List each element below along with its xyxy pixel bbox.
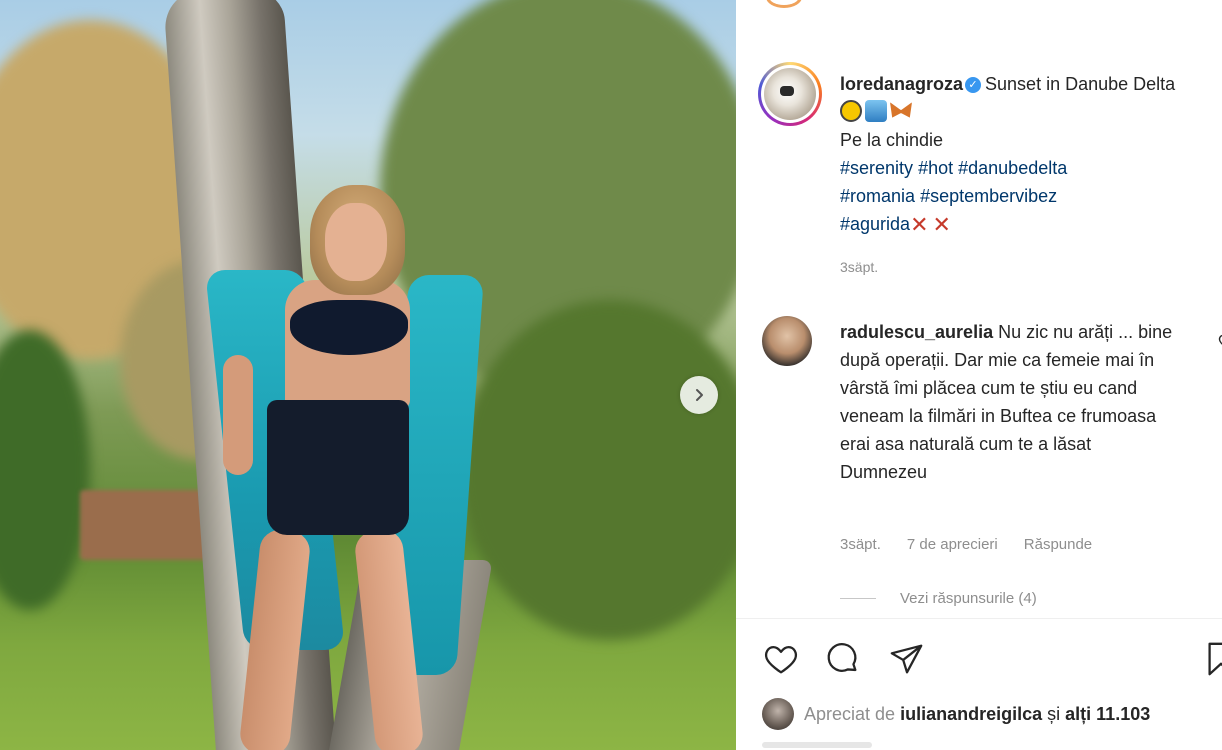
post-actions-bar (762, 640, 1222, 680)
replies-divider-line (840, 598, 876, 599)
person-figure (205, 185, 484, 750)
caption-timestamp: 3säpt. (840, 259, 879, 275)
comment-text: Nu zic nu arăți ... bine după operații. … (840, 322, 1173, 482)
post-side-panel: loredanagroza ✓ Sunset in Danube Delta Pe … (736, 0, 1222, 750)
caption-text-block: loredanagroza ✓ Sunset in Danube Delta Pe … (840, 70, 1210, 281)
butterfly-emoji-icon (890, 102, 912, 118)
commenter-username[interactable]: radulescu_aurelia (840, 322, 993, 342)
comment-text-block: radulescu_aurelia Nu zic nu arăți ... bi… (840, 318, 1180, 486)
reply-button[interactable]: Răspunde (1024, 536, 1092, 553)
view-replies-label: Vezi răspunsurile (4) (900, 590, 1037, 607)
avatar-inner (761, 65, 819, 123)
hashtag-link[interactable]: #septembervibez (920, 186, 1057, 206)
hashtag-row-3: #agurida✕ ✕ (840, 210, 1210, 239)
heart-icon (764, 645, 798, 674)
comment-button[interactable] (824, 640, 862, 678)
hashtag-link[interactable]: #serenity (840, 158, 913, 178)
cross-mark-emoji-icon: ✕ (932, 212, 951, 237)
liked-by-conjunction: și (1047, 703, 1061, 724)
hashtag-link[interactable]: #hot (918, 158, 953, 178)
liked-by-row: Apreciat de iulianandreigilca și alți 11… (762, 698, 1150, 730)
comment-timestamp: 3säpt. (840, 536, 881, 553)
comment-likes-count[interactable]: 7 de aprecieri (907, 536, 998, 553)
author-username[interactable]: loredanagroza (840, 74, 963, 94)
commenter-avatar[interactable] (762, 316, 812, 366)
caption-line-2: Pe la chindie (840, 130, 944, 150)
comment-meta: 3säpt. 7 de aprecieri Răspunde (840, 536, 1092, 553)
actions-divider (736, 618, 1222, 619)
cross-mark-emoji-icon: ✕ (910, 212, 929, 237)
hashtag-link[interactable]: #romania (840, 186, 915, 206)
shorts (267, 400, 409, 535)
wave-emoji-icon (865, 100, 887, 122)
save-button[interactable] (1202, 640, 1222, 678)
hashtag-row-2: #romania #septembervibez (840, 182, 1210, 210)
next-photo-button[interactable] (680, 376, 718, 414)
like-button[interactable] (762, 640, 800, 678)
liker-avatar[interactable] (762, 698, 794, 730)
liker-username[interactable]: iulianandreigilca (900, 704, 1042, 724)
liked-by-prefix: Apreciat de (804, 703, 896, 724)
comment-bubble-icon (827, 643, 857, 672)
post-date-faint (762, 742, 872, 748)
view-replies-button[interactable]: Vezi răspunsurile (4) (840, 590, 1037, 607)
hashtag-link[interactable]: #danubedelta (958, 158, 1067, 178)
post-photo (0, 0, 736, 750)
paper-plane-icon (890, 644, 923, 674)
share-button[interactable] (888, 640, 926, 678)
bookmark-icon (1208, 642, 1222, 676)
liked-by-text: Apreciat de iulianandreigilca și alți 11… (804, 704, 1150, 725)
hashtag-row-1: #serenity #hot #danubedelta (840, 154, 1210, 182)
author-avatar[interactable] (758, 62, 822, 126)
hashtag-link[interactable]: #agurida (840, 214, 910, 234)
avatar-image (764, 68, 816, 120)
top-garment (290, 300, 408, 355)
sun-emoji-icon (840, 100, 862, 122)
bush-right (460, 300, 736, 640)
bush-left (0, 330, 90, 610)
face (325, 203, 387, 281)
other-likes-count[interactable]: alți 11.103 (1065, 704, 1150, 724)
header-avatar-partial[interactable] (766, 0, 802, 8)
verified-badge-icon: ✓ (965, 77, 982, 93)
like-comment-heart-icon[interactable] (1218, 332, 1222, 350)
arm-left (223, 355, 253, 475)
caption-title: Sunset in Danube Delta (985, 74, 1176, 94)
chevron-right-icon (696, 389, 703, 401)
